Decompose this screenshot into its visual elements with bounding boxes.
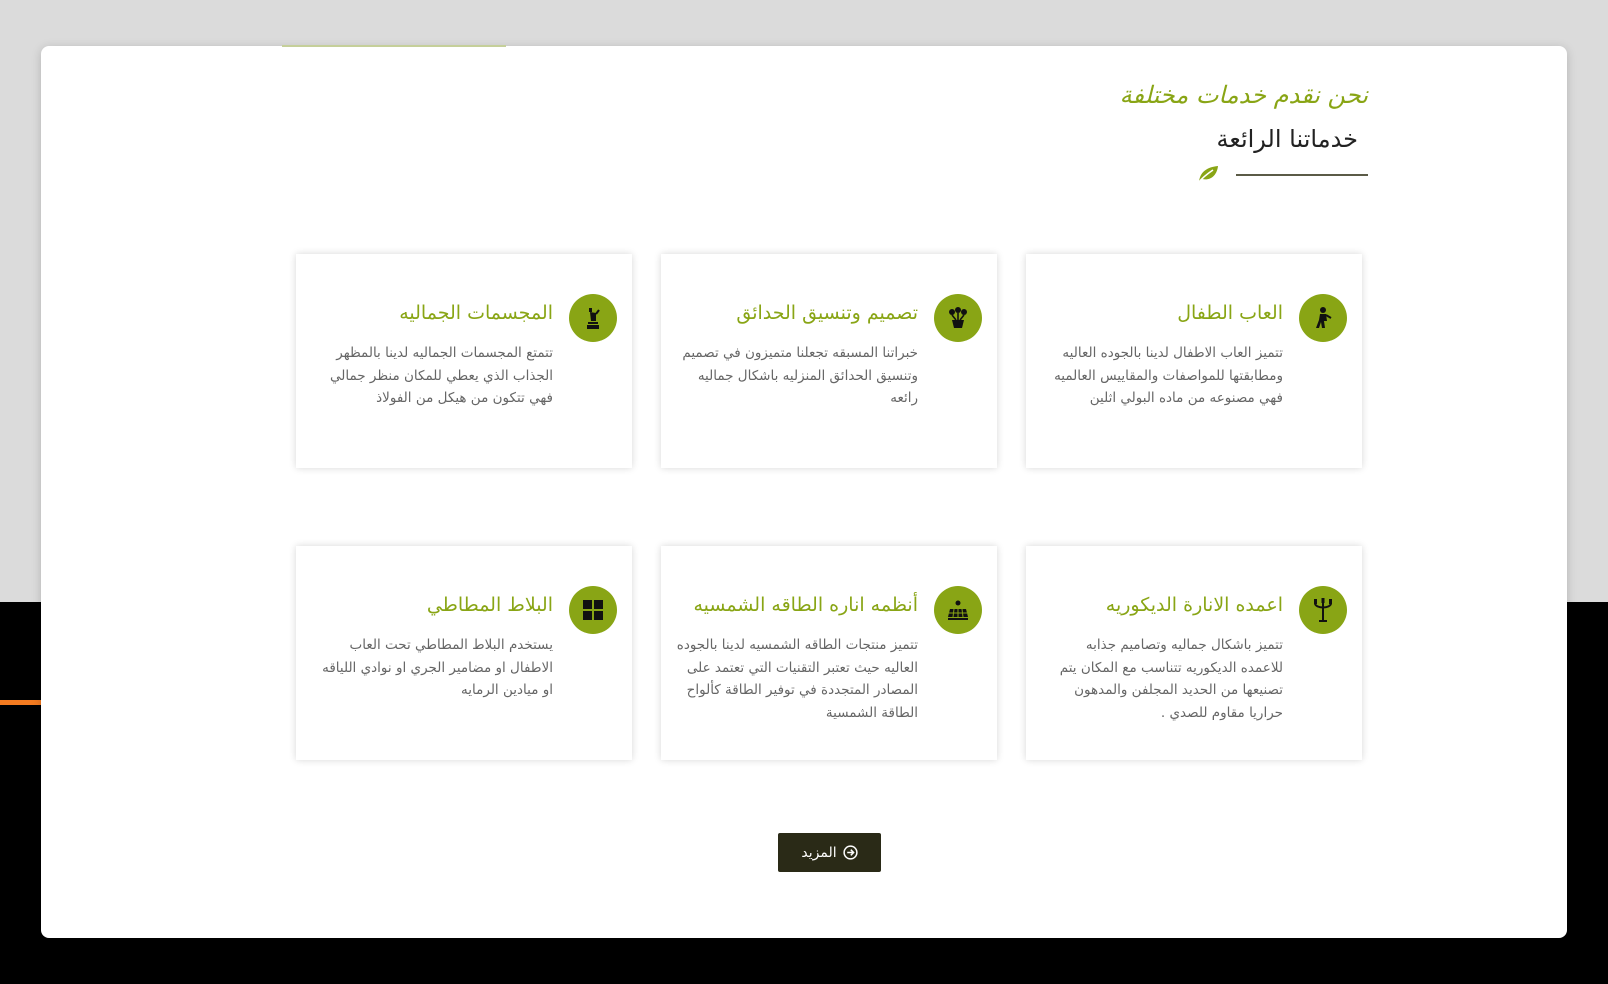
top-accent-line — [282, 45, 506, 47]
flower-pot-icon — [934, 294, 982, 342]
leaf-icon — [1197, 166, 1218, 184]
orange-accent-line — [0, 700, 44, 705]
service-card-decorative-poles[interactable]: اعمده الانارة الديكوريه تتميز باشكال جما… — [1026, 546, 1362, 760]
service-card-kids-games[interactable]: العاب الطفال تتميز العاب الاطفال لدينا ب… — [1026, 254, 1362, 468]
title-divider — [1236, 174, 1368, 176]
service-card-garden-design[interactable]: تصميم وتنسيق الحدائق خبراتنا المسبقه تجع… — [661, 254, 997, 468]
card-title: اعمده الانارة الديكوريه — [1105, 594, 1283, 616]
services-panel — [41, 46, 1567, 938]
card-text: تتمتع المجسمات الجماليه لدينا بالمظهر ال… — [329, 345, 553, 406]
section-title: خدماتنا الرائعة — [1216, 125, 1358, 153]
card-title: العاب الطفال — [1177, 302, 1283, 324]
tiles-icon — [569, 586, 617, 634]
card-title: أنظمه اناره الطاقه الشمسيه — [693, 594, 918, 616]
card-text: تتميز باشكال جماليه وتصاميم جذابه للاعمد… — [1059, 637, 1283, 721]
section-heading: نحن نقدم خدمات مختلفة خدماتنا الرائعة — [1119, 80, 1368, 184]
card-title: البلاط المطاطي — [426, 594, 553, 616]
arrow-circle-right-icon — [842, 845, 858, 860]
card-title: المجسمات الجماليه — [399, 302, 553, 324]
service-card-statues[interactable]: المجسمات الجماليه تتمتع المجسمات الجمالي… — [296, 254, 632, 468]
more-button-label: المزيد — [801, 844, 837, 861]
card-title: تصميم وتنسيق الحدائق — [736, 302, 918, 324]
service-card-solar-lighting[interactable]: أنظمه اناره الطاقه الشمسيه تتميز منتجات … — [661, 546, 997, 760]
lamp-post-icon — [1299, 586, 1347, 634]
more-button[interactable]: المزيد — [778, 833, 881, 872]
child-icon — [1299, 294, 1347, 342]
card-text: خبراتنا المسبقه تجعلنا متميزون في تصميم … — [682, 345, 918, 406]
card-text: يستخدم البلاط المطاطي تحت العاب الاطفال … — [322, 637, 553, 698]
service-card-rubber-tiles[interactable]: البلاط المطاطي يستخدم البلاط المطاطي تحت… — [296, 546, 632, 760]
section-subtitle: نحن نقدم خدمات مختلفة — [1119, 81, 1368, 109]
solar-panel-icon — [934, 586, 982, 634]
statue-icon — [569, 294, 617, 342]
card-text: تتميز العاب الاطفال لدينا بالجوده العالي… — [1054, 345, 1283, 406]
card-text: تتميز منتجات الطاقه الشمسيه لدينا بالجود… — [676, 637, 918, 721]
